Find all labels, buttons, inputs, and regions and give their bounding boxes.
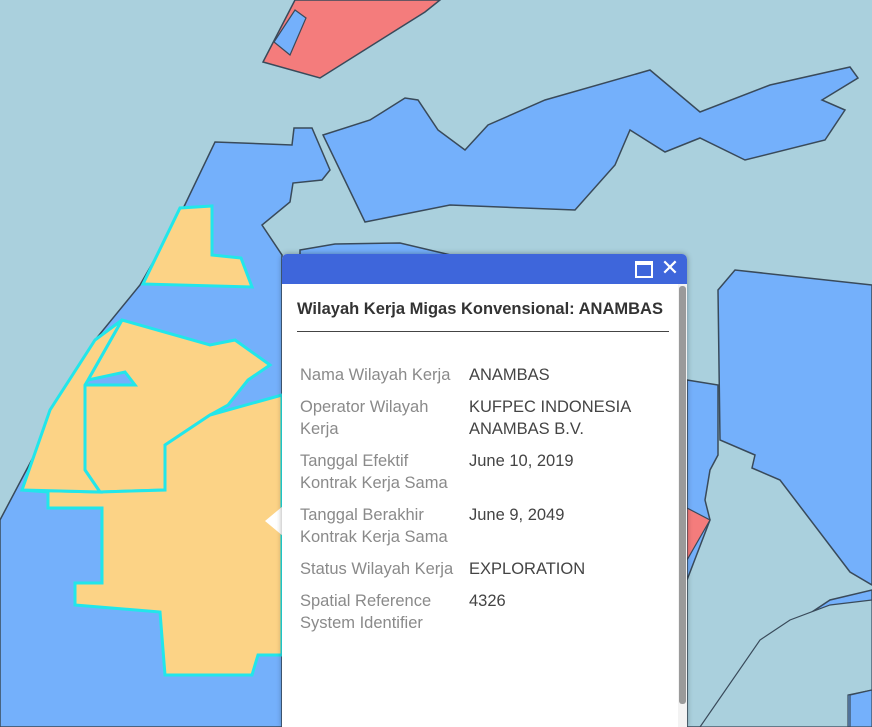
close-icon[interactable]: ✕ [659,256,681,282]
attribute-value: KUFPEC INDONESIA ANAMBAS B.V. [469,398,631,438]
popup-scrollbar[interactable] [678,284,687,727]
attribute-row: Nama Wilayah Kerja ANAMBAS [297,364,669,396]
attribute-row: Spatial Reference System Identifier 4326 [297,590,669,644]
attribute-label: Nama Wilayah Kerja [300,366,451,384]
block-southeast-corner[interactable] [849,689,872,727]
maximize-icon[interactable] [635,261,653,278]
popup-pointer [265,506,283,536]
attribute-table: Nama Wilayah Kerja ANAMBAS Operator Wila… [297,364,669,644]
attribute-value: ANAMBAS [469,366,550,384]
attribute-row: Tanggal Efektif Kontrak Kerja Sama June … [297,450,669,504]
attribute-label: Operator Wilayah Kerja [300,398,429,438]
attribute-value: EXPLORATION [469,560,586,578]
attribute-label: Tanggal Efektif Kontrak Kerja Sama [300,452,448,492]
attribute-row: Status Wilayah Kerja EXPLORATION [297,558,669,590]
feature-popup: ✕ Wilayah Kerja Migas Konvensional: ANAM… [282,254,687,727]
popup-header: ✕ [282,254,687,284]
attribute-label: Spatial Reference System Identifier [300,592,432,632]
attribute-value: 4326 [469,592,506,610]
popup-title: Wilayah Kerja Migas Konvensional: ANAMBA… [297,298,669,332]
attribute-row: Operator Wilayah Kerja KUFPEC INDONESIA … [297,396,669,450]
scroll-thumb[interactable] [679,286,686,704]
attribute-label: Tanggal Berakhir Kontrak Kerja Sama [300,506,448,546]
attribute-label: Status Wilayah Kerja [300,560,454,578]
attribute-row: Tanggal Berakhir Kontrak Kerja Sama June… [297,504,669,558]
attribute-value: June 10, 2019 [469,452,574,470]
attribute-value: June 9, 2049 [469,506,565,524]
